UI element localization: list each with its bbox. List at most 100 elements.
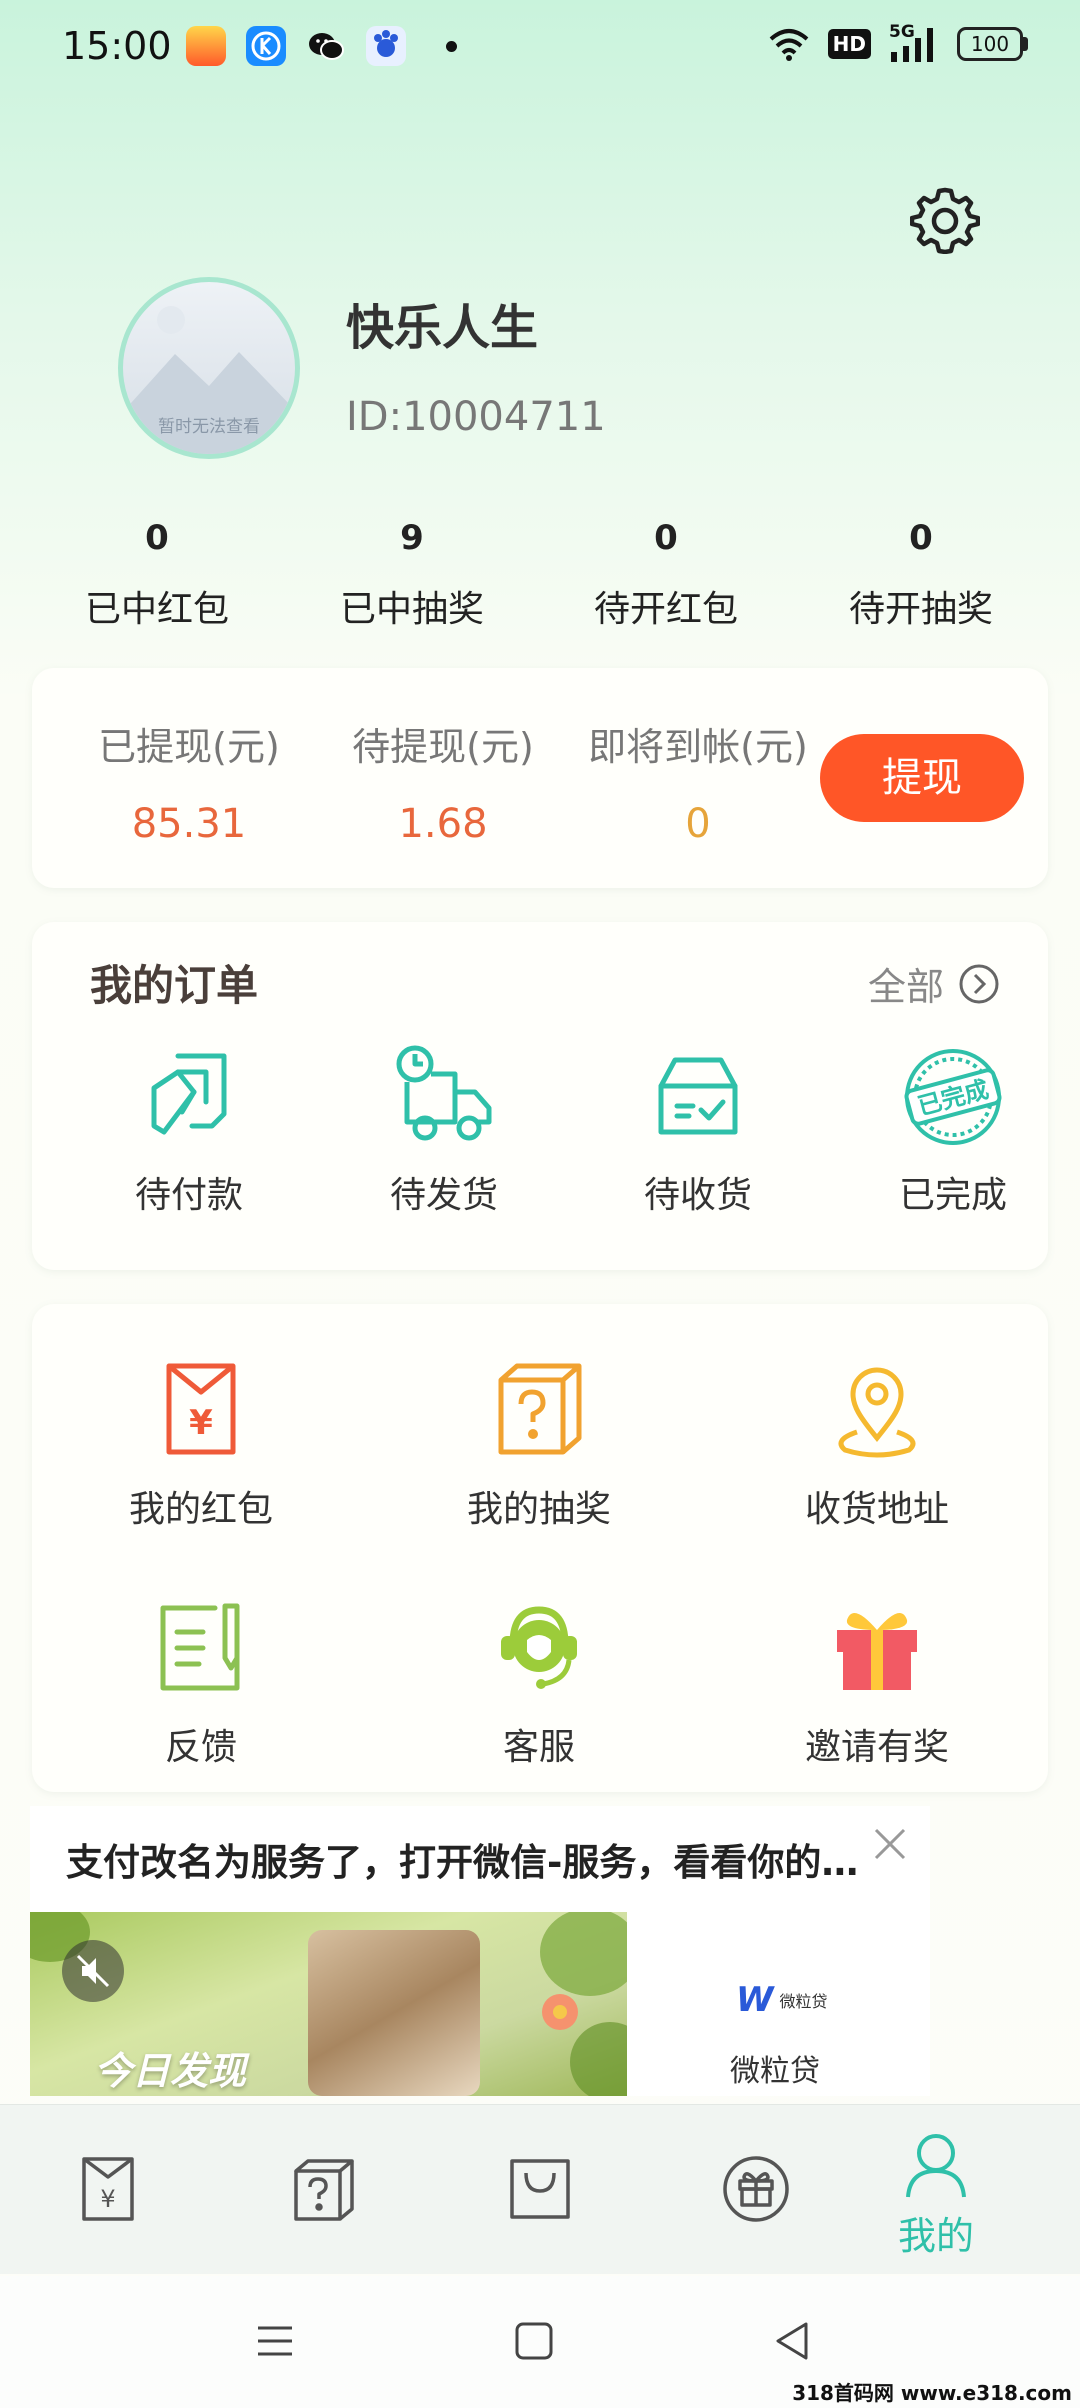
ad-image[interactable]: 今日发现 [30, 1912, 627, 2096]
battery-icon: 100 [957, 27, 1028, 61]
red-envelope-icon: ¥ [166, 1363, 236, 1455]
cell-signal-icon: 5G [889, 22, 939, 62]
stat-value: 0 [909, 518, 933, 558]
more-notifications-dot [446, 40, 457, 52]
shopping-bag-tab-icon [510, 2159, 570, 2219]
avatar[interactable]: 暂时无法查看 [118, 277, 300, 459]
wifi-icon [769, 29, 808, 61]
watermark-text: 318首码网 www.e318.com [792, 2381, 1072, 2405]
order-pending-receipt[interactable]: 待收货 [571, 1042, 825, 1218]
order-label: 已完成 [898, 1175, 1007, 1216]
order-completed[interactable]: 已完成 已完成 [826, 1042, 1080, 1218]
stat-value: 0 [654, 518, 678, 558]
wallet-value: 85.31 [131, 801, 247, 847]
service-invite-reward[interactable]: 邀请有奖 [708, 1596, 1046, 1770]
avatar-placeholder-text: 暂时无法查看 [158, 417, 260, 437]
feedback-edit-icon [160, 1603, 240, 1691]
wallet-pending: 待提现(元) 1.68 [318, 716, 568, 847]
order-label: 待收货 [643, 1175, 752, 1216]
wechat-icon [309, 33, 344, 60]
service-label: 客服 [502, 1727, 575, 1768]
status-indicators: HD 5G 100 [768, 22, 1028, 62]
wallet-label: 待提现(元) [352, 725, 534, 769]
services-card: ¥ 我的红包 我的抽奖 收货地址 反馈 客服 邀请有奖 [32, 1304, 1048, 1792]
mystery-box-icon [498, 1363, 582, 1455]
ad-brand-logo: W 微粒贷 [736, 1980, 828, 2020]
service-shipping-address[interactable]: 收货地址 [708, 1358, 1046, 1532]
status-time: 15:00 [62, 24, 172, 68]
service-my-red-packets[interactable]: ¥ 我的红包 [32, 1358, 370, 1532]
wallet-withdrawn: 已提现(元) 85.31 [64, 716, 314, 847]
ad-brand-small-text: 微粒贷 [779, 1992, 828, 2011]
tab-me-label: 我的 [897, 2214, 974, 2258]
red-envelope-tab-icon: ¥ [82, 2157, 134, 2221]
svg-text:¥: ¥ [189, 1403, 213, 1443]
stat-label: 待开红包 [593, 589, 738, 630]
menu-icon[interactable] [250, 2316, 300, 2366]
tab-red-packets[interactable]: ¥ [0, 2105, 216, 2275]
stat-won-red-packets[interactable]: 0 已中红包 [30, 510, 284, 632]
ad-product-image [308, 1930, 480, 2096]
orders-card: 我的订单 全部 待付款 待发货 待收货 已完成 已完成 [32, 922, 1048, 1270]
wallet-card: 已提现(元) 85.31 待提现(元) 1.68 即将到帐(元) 0 提现 [32, 668, 1048, 888]
stat-label: 待开抽奖 [848, 589, 993, 630]
back-triangle-icon[interactable] [768, 2316, 818, 2366]
wallet-value: 0 [685, 801, 711, 847]
wallet-value: 1.68 [398, 801, 488, 847]
completed-stamp-icon: 已完成 [904, 1049, 1002, 1145]
service-customer-support[interactable]: 客服 [370, 1596, 708, 1770]
package-box-icon [658, 1057, 738, 1135]
gear-icon[interactable] [910, 184, 980, 254]
stat-pending-lottery[interactable]: 0 待开抽奖 [794, 510, 1048, 632]
stat-won-lottery[interactable]: 9 已中抽奖 [285, 510, 539, 632]
service-label: 反馈 [164, 1727, 237, 1768]
card-payment-icon [151, 1053, 227, 1135]
wallet-label: 已提现(元) [98, 725, 280, 769]
view-all-orders-link[interactable]: 全部 [868, 956, 1000, 1011]
order-label: 待发货 [389, 1175, 498, 1216]
order-pending-payment[interactable]: 待付款 [62, 1042, 316, 1218]
delivery-truck-icon [396, 1045, 492, 1141]
wallet-incoming: 即将到帐(元) 0 [564, 716, 832, 847]
wechat-loan-logo-icon: W [736, 1980, 774, 2020]
service-my-lottery[interactable]: 我的抽奖 [370, 1358, 708, 1532]
order-pending-shipment[interactable]: 待发货 [317, 1042, 571, 1218]
k-app-icon [246, 26, 286, 66]
customer-service-icon [501, 1606, 577, 1689]
service-feedback[interactable]: 反馈 [32, 1596, 370, 1770]
service-label: 我的抽奖 [466, 1489, 611, 1530]
tab-shop[interactable] [432, 2105, 648, 2275]
tab-lottery[interactable] [216, 2105, 432, 2275]
ad-banner[interactable]: 支付改名为服务了，打开微信-服务，看看你的… 今日发现 W 微粒贷 微粒贷 [30, 1806, 930, 2096]
gift-tab-icon [723, 2156, 789, 2222]
profile-tab-icon [906, 2134, 966, 2198]
service-label: 我的红包 [128, 1489, 273, 1530]
ad-headline: 支付改名为服务了，打开微信-服务，看看你的… [66, 1841, 859, 1884]
svg-text:¥: ¥ [100, 2185, 115, 2213]
order-label: 待付款 [134, 1175, 243, 1216]
mystery-box-tab-icon [294, 2159, 354, 2221]
service-label: 收货地址 [804, 1489, 949, 1530]
ad-image-title: 今日发现 [94, 2049, 247, 2093]
stat-pending-red-packets[interactable]: 0 待开红包 [539, 510, 793, 632]
stat-value: 9 [400, 518, 424, 558]
shopping-app-icon [186, 26, 226, 66]
location-pin-icon [838, 1367, 916, 1458]
mute-button[interactable] [62, 1940, 124, 2002]
status-bar: 15:00 HD 5G 100 [0, 0, 1080, 96]
bottom-tab-bar: ¥ 我的 [0, 2104, 1080, 2274]
stat-value: 0 [145, 518, 169, 558]
tab-me[interactable]: 我的 [828, 2105, 1044, 2275]
baidu-app-icon [366, 26, 406, 66]
gift-icon [837, 1612, 917, 1690]
close-icon[interactable] [868, 1822, 912, 1866]
stats-row: 0 已中红包 9 已中抽奖 0 待开红包 0 待开抽奖 [0, 510, 1080, 640]
ad-brand-name: 微粒贷 [730, 2054, 820, 2089]
notification-icons [186, 26, 457, 66]
battery-level: 100 [957, 27, 1023, 61]
user-id: ID:10004711 [346, 394, 606, 440]
withdraw-button[interactable]: 提现 [820, 734, 1024, 822]
home-square-icon[interactable] [509, 2316, 559, 2366]
view-all-label: 全部 [867, 965, 944, 1009]
orders-title: 我的订单 [90, 961, 259, 1010]
